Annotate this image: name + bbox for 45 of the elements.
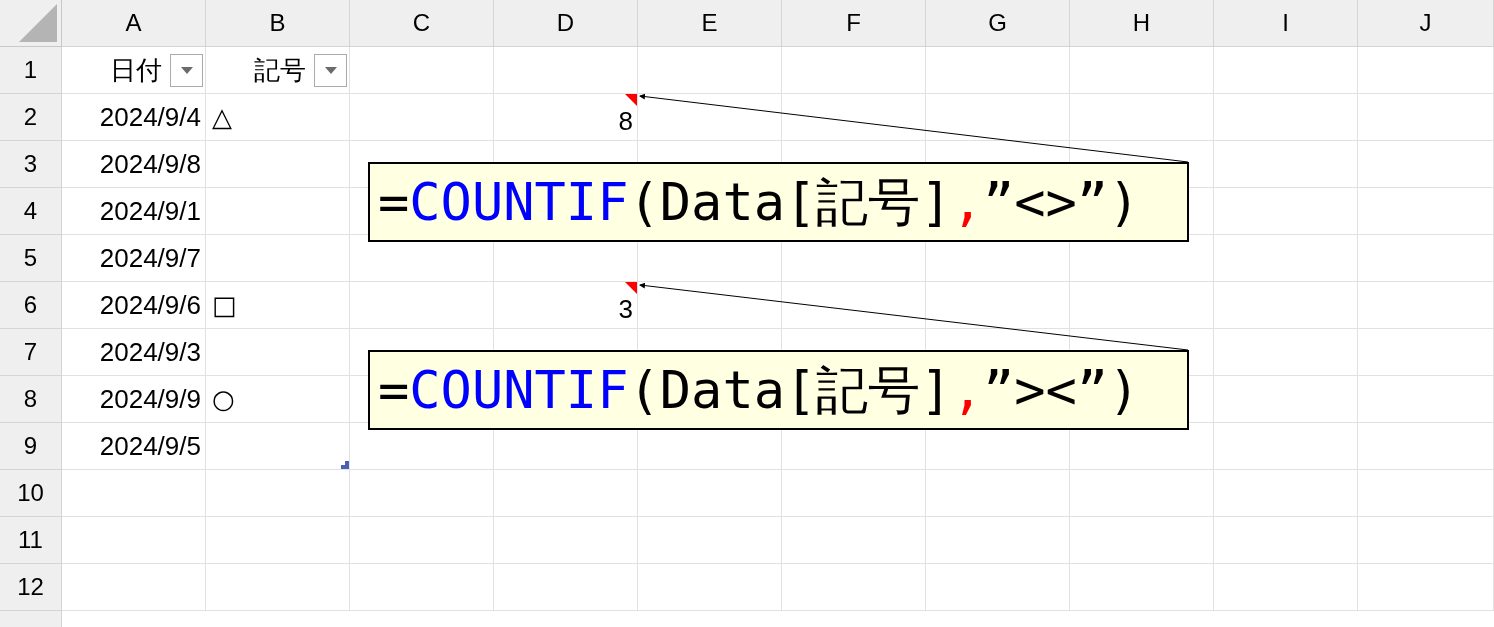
column-header[interactable]: E: [638, 0, 782, 47]
table-cell: △: [206, 94, 350, 141]
column-header[interactable]: H: [1070, 0, 1214, 47]
table-cell: 2024/9/6: [62, 282, 206, 329]
table-resize-handle-icon[interactable]: [341, 461, 349, 469]
row-header[interactable]: 12: [0, 564, 62, 611]
row-header[interactable]: 10: [0, 470, 62, 517]
row-header[interactable]: 5: [0, 235, 62, 282]
corner-triangle-icon: [19, 4, 57, 42]
column-header[interactable]: A: [62, 0, 206, 47]
row-header[interactable]: 3: [0, 141, 62, 188]
caret-icon: [324, 66, 337, 74]
table-cell: 2024/9/9: [62, 376, 206, 423]
column-header[interactable]: I: [1214, 0, 1358, 47]
cell-value: 3: [618, 296, 633, 322]
row-header[interactable]: 8: [0, 376, 62, 423]
row-header[interactable]: 6: [0, 282, 62, 329]
row-header[interactable]: 7: [0, 329, 62, 376]
table-cell: 2024/9/8: [62, 141, 206, 188]
filter-dropdown-button[interactable]: [314, 53, 347, 87]
column-header[interactable]: C: [350, 0, 494, 47]
column-header[interactable]: G: [926, 0, 1070, 47]
row-header[interactable]: 11: [0, 517, 62, 564]
table-cell: □: [206, 282, 350, 329]
table-cell: 2024/9/1: [62, 188, 206, 235]
formula-text: =COUNTIF(Data[記号],”<>”): [378, 176, 1140, 228]
column-label: 記号: [254, 57, 306, 83]
table-cell: 2024/9/3: [62, 329, 206, 376]
filter-dropdown-button[interactable]: [170, 53, 203, 87]
formula-text: =COUNTIF(Data[記号],”><”): [378, 364, 1140, 416]
row-header[interactable]: 1: [0, 47, 62, 94]
table-cell: 2024/9/4: [62, 94, 206, 141]
column-header[interactable]: F: [782, 0, 926, 47]
column-header[interactable]: J: [1358, 0, 1494, 47]
table-cell: 2024/9/5: [62, 423, 206, 470]
column-label: 日付: [110, 57, 162, 83]
caret-icon: [180, 66, 193, 74]
table-cell: 2024/9/7: [62, 235, 206, 282]
row-header[interactable]: 2: [0, 94, 62, 141]
row-header[interactable]: 9: [0, 423, 62, 470]
row-header[interactable]: 4: [0, 188, 62, 235]
column-header[interactable]: B: [206, 0, 350, 47]
cell-value: 8: [618, 108, 633, 134]
table-cell: ○: [206, 376, 350, 423]
column-header[interactable]: D: [494, 0, 638, 47]
